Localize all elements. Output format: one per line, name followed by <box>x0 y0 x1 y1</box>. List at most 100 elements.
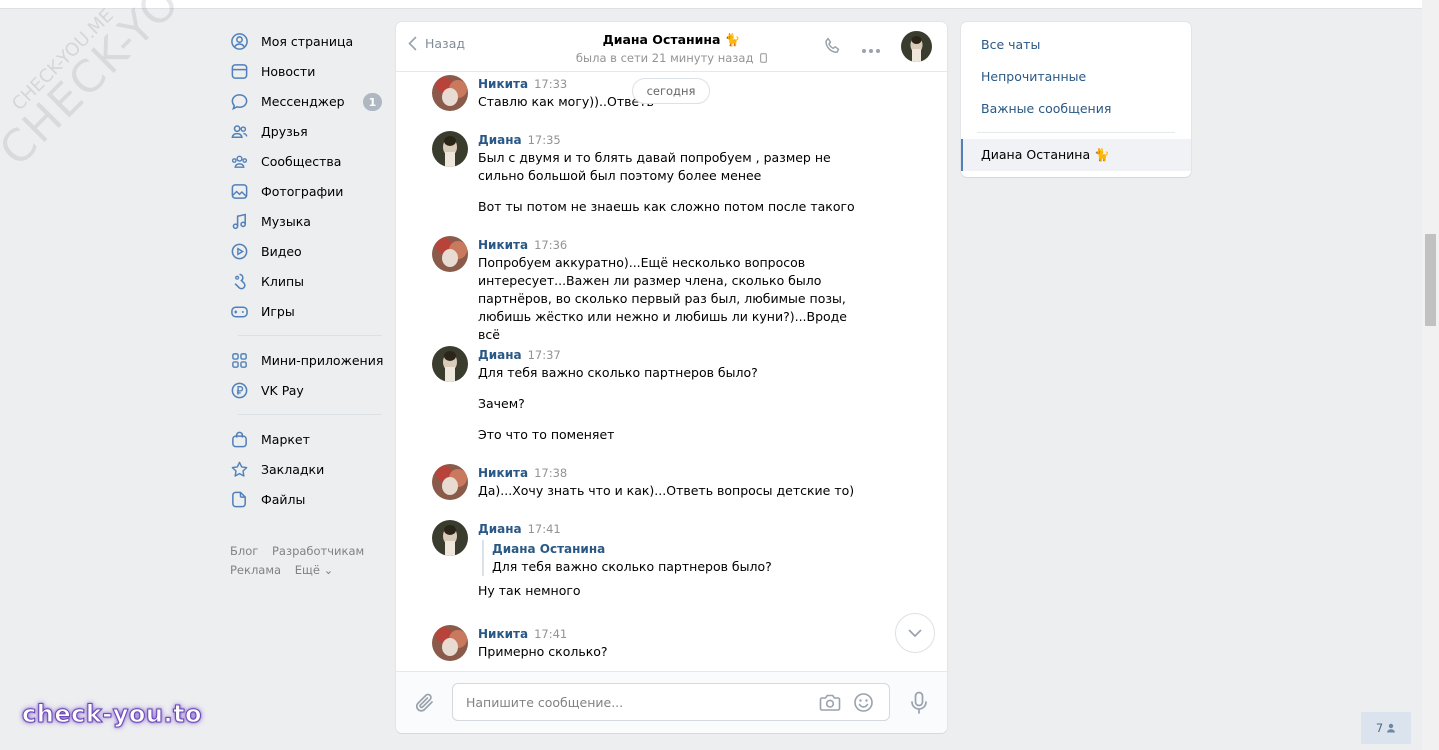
nav-item-news[interactable]: Новости <box>230 56 382 86</box>
nav-label: Клипы <box>261 273 305 289</box>
nav-item-vkpay[interactable]: VK Pay <box>230 375 382 405</box>
mobile-icon <box>760 53 767 63</box>
filter-unread[interactable]: Непрочитанные <box>961 61 1191 93</box>
footer-link-developers[interactable]: Разработчикам <box>272 544 364 558</box>
chevron-down-icon <box>908 629 922 637</box>
nav-item-market[interactable]: Маркет <box>230 424 382 454</box>
message-author[interactable]: Никита <box>478 238 528 252</box>
mini-apps-icon <box>230 351 249 370</box>
message-time[interactable]: 17:36 <box>534 238 567 252</box>
call-button[interactable] <box>823 36 843 59</box>
message-author[interactable]: Никита <box>478 466 528 480</box>
more-dots-icon <box>862 49 880 53</box>
paperclip-icon <box>415 693 433 712</box>
avatar[interactable] <box>432 75 468 111</box>
message-author[interactable]: Диана <box>478 133 522 147</box>
message-composer <box>396 671 947 733</box>
footer-link-ads[interactable]: Реклама <box>230 563 281 577</box>
message-time[interactable]: 17:41 <box>528 522 561 536</box>
photos-icon <box>230 182 249 201</box>
chat-header: Назад Диана Останина 🐈 была в сети 21 ми… <box>396 22 947 72</box>
nav-label: Файлы <box>261 491 306 507</box>
avatar[interactable] <box>432 520 468 556</box>
nav-item-mini-apps[interactable]: Мини-приложения <box>230 345 384 375</box>
star-icon <box>230 460 249 479</box>
nav-label: Друзья <box>261 123 308 139</box>
nav-item-music[interactable]: Музыка <box>230 206 382 236</box>
message-group: Никита 17:38 Да)...Хочу знать что и как).… <box>432 464 902 500</box>
nav-item-photos[interactable]: Фотографии <box>230 176 382 206</box>
footer-link-blog[interactable]: Блог <box>230 544 258 558</box>
avatar[interactable] <box>432 625 468 661</box>
nav-item-clips[interactable]: Клипы <box>230 266 382 296</box>
message-time[interactable]: 17:41 <box>534 627 567 641</box>
nav-label: Фотографии <box>261 183 344 199</box>
message-text: Для тебя важно сколько партнеров было? <box>478 365 758 380</box>
active-chat-tab[interactable]: Диана Останина 🐈 <box>961 139 1191 171</box>
friends-icon <box>230 122 249 141</box>
message-text: Это что то поменяет <box>478 427 615 442</box>
menu-divider <box>977 132 1175 133</box>
message-text: Попробуем аккуратно)...Ещё несколько воп… <box>478 255 848 342</box>
filter-important[interactable]: Важные сообщения <box>961 93 1191 125</box>
microphone-icon <box>911 691 927 714</box>
top-header-bar <box>0 0 1422 9</box>
footer-link-more[interactable]: Ещё ⌄ <box>295 563 333 577</box>
scrollbar-thumb[interactable] <box>1425 234 1436 326</box>
message-time[interactable]: 17:35 <box>528 133 561 147</box>
attach-button[interactable] <box>414 691 436 718</box>
filter-all-chats[interactable]: Все чаты <box>961 29 1191 61</box>
avatar[interactable] <box>432 236 468 272</box>
avatar[interactable] <box>432 464 468 500</box>
online-friends-button[interactable]: 7 <box>1361 712 1411 744</box>
nav-divider <box>238 335 382 336</box>
left-navigation: Моя страница Новости Мессенджер 1 Друзья… <box>230 26 384 580</box>
message-author[interactable]: Диана <box>478 522 522 536</box>
scroll-to-bottom-button[interactable] <box>895 613 935 653</box>
nav-item-friends[interactable]: Друзья <box>230 116 382 146</box>
news-icon <box>230 62 249 81</box>
nav-item-communities[interactable]: Сообщества <box>230 146 382 176</box>
nav-label: Видео <box>261 243 302 259</box>
emoji-button[interactable] <box>853 692 874 716</box>
phone-icon <box>825 37 840 54</box>
quoted-message[interactable]: Диана Останина Для тебя важно сколько па… <box>482 540 902 576</box>
message-text: Был с двумя и то блять давай попробуем ,… <box>478 150 831 183</box>
page-scrollbar[interactable] <box>1422 0 1439 750</box>
message-input[interactable] <box>466 693 806 711</box>
market-icon <box>230 430 249 449</box>
message-time[interactable]: 17:33 <box>534 77 567 91</box>
message-input-box <box>452 683 890 721</box>
games-icon <box>230 302 249 321</box>
nav-item-files[interactable]: Файлы <box>230 484 382 514</box>
nav-label: Игры <box>261 303 295 319</box>
quoted-text: Для тебя важно сколько партнеров было? <box>492 559 772 574</box>
message-history[interactable]: сегодня Никита 17:33 Ставлю как могу))..О… <box>396 73 947 670</box>
nav-divider <box>238 414 382 415</box>
smile-icon <box>854 693 873 712</box>
nav-label: Мини-приложения <box>261 352 384 368</box>
nav-item-my-page[interactable]: Моя страница <box>230 26 382 56</box>
nav-label: Музыка <box>261 213 311 229</box>
message-author[interactable]: Никита <box>478 627 528 641</box>
avatar[interactable] <box>432 131 468 167</box>
message-time[interactable]: 17:37 <box>528 348 561 362</box>
date-divider: сегодня <box>632 78 710 104</box>
avatar[interactable] <box>432 346 468 382</box>
nav-item-video[interactable]: Видео <box>230 236 382 266</box>
nav-item-bookmarks[interactable]: Закладки <box>230 454 382 484</box>
message-time[interactable]: 17:38 <box>534 466 567 480</box>
camera-icon <box>819 694 841 711</box>
music-icon <box>230 212 249 231</box>
nav-item-messenger[interactable]: Мессенджер 1 <box>230 86 382 116</box>
message-text: Вот ты потом не знаешь как сложно потом … <box>478 199 855 214</box>
nav-item-games[interactable]: Игры <box>230 296 382 326</box>
message-author[interactable]: Диана <box>478 348 522 362</box>
voice-message-button[interactable] <box>910 691 928 718</box>
message-group: Диана 17:35 Был с двумя и то блять давай … <box>432 131 902 216</box>
more-button[interactable] <box>861 42 881 57</box>
camera-button[interactable] <box>819 692 841 715</box>
online-count: 7 <box>1375 721 1384 735</box>
message-author[interactable]: Никита <box>478 77 528 91</box>
peer-avatar[interactable] <box>901 31 932 62</box>
